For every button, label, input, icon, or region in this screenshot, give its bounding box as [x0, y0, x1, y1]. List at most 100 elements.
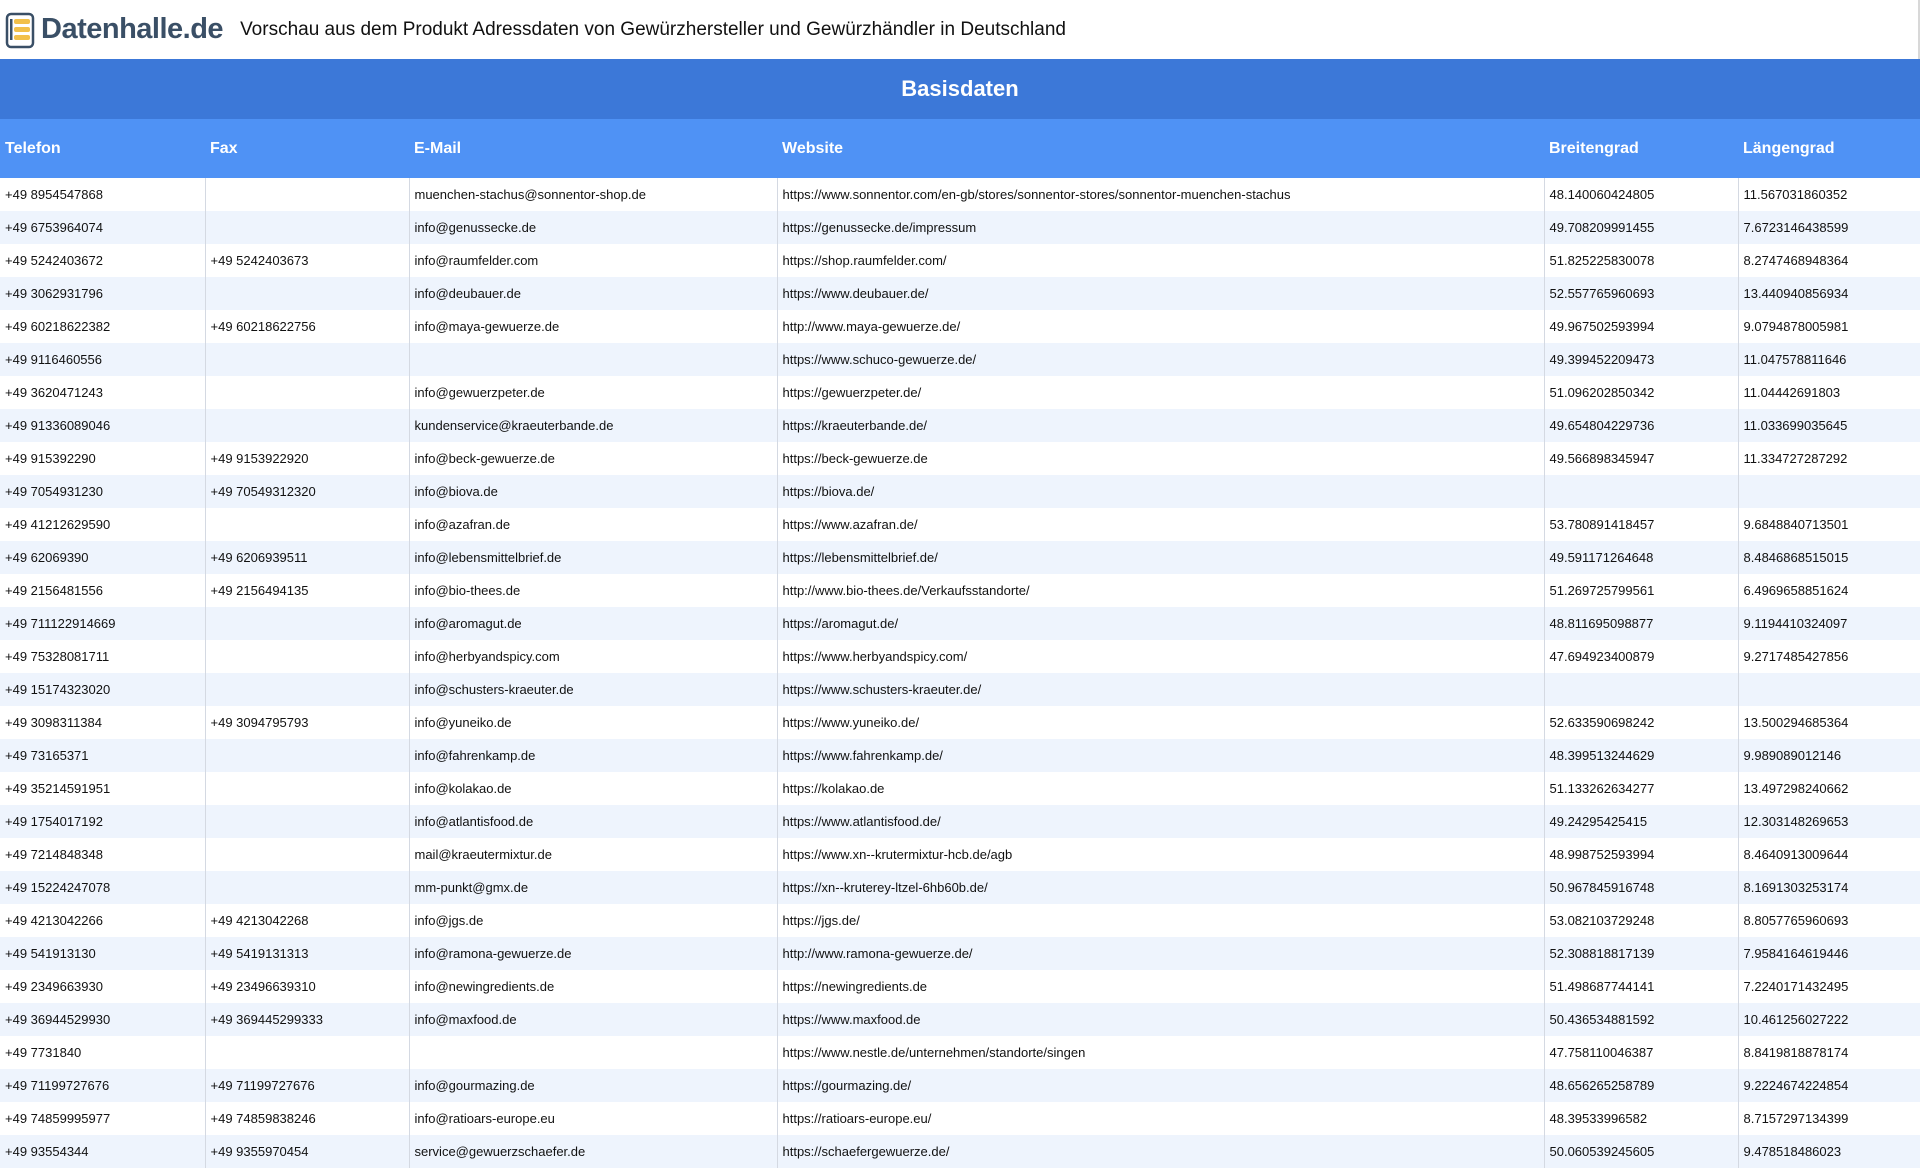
email-cell[interactable]: info@yuneiko.de: [408, 706, 777, 739]
table-row: +49 75328081711 info@herbyandspicy.com htt…: [0, 640, 1920, 673]
table-row: +49 62069390 +49 6206939511 info@lebensmit…: [0, 541, 1920, 574]
column-header-telefon: Telefon: [0, 119, 205, 178]
column-header-website: Website: [777, 119, 1544, 178]
breitengrad-cell: 47.758110046387: [1543, 1036, 1738, 1069]
email-cell[interactable]: info@raumfelder.com: [408, 244, 777, 277]
email-cell[interactable]: info@schusters-kraeuter.de: [408, 673, 777, 706]
email-cell[interactable]: info@biova.de: [408, 475, 777, 508]
email-cell[interactable]: info@herbyandspicy.com: [408, 640, 777, 673]
email-cell[interactable]: [408, 1036, 777, 1069]
email-cell[interactable]: info@kolakao.de: [408, 772, 777, 805]
laengengrad-cell: 9.6848840713501: [1737, 508, 1920, 541]
laengengrad-cell: 11.033699035645: [1737, 409, 1920, 442]
website-cell[interactable]: https://gourmazing.de/: [776, 1069, 1544, 1102]
email-cell[interactable]: muenchen-stachus@sonnentor-shop.de: [408, 178, 777, 211]
website-cell[interactable]: https://kraeuterbande.de/: [776, 409, 1544, 442]
table-row: +49 71199727676 +49 71199727676 info@gourm…: [0, 1069, 1920, 1102]
website-cell[interactable]: https://biova.de/: [776, 475, 1544, 508]
website-cell[interactable]: https://lebensmittelbrief.de/: [776, 541, 1544, 574]
website-cell[interactable]: https://gewuerzpeter.de/: [776, 376, 1544, 409]
website-cell[interactable]: https://ratioars-europe.eu/: [776, 1102, 1544, 1135]
website-cell[interactable]: https://www.atlantisfood.de/: [776, 805, 1544, 838]
breitengrad-cell: 48.39533996582: [1543, 1102, 1738, 1135]
breitengrad-cell: 48.140060424805: [1543, 178, 1738, 211]
breitengrad-cell: 52.633590698242: [1543, 706, 1738, 739]
laengengrad-cell: 7.6723146438599: [1737, 211, 1920, 244]
telefon-cell: +49 3098311384: [0, 706, 205, 739]
website-cell[interactable]: https://schaefergewuerze.de/: [776, 1135, 1544, 1168]
email-cell[interactable]: info@gourmazing.de: [408, 1069, 777, 1102]
website-cell[interactable]: https://www.herbyandspicy.com/: [776, 640, 1544, 673]
email-cell[interactable]: info@fahrenkamp.de: [408, 739, 777, 772]
website-cell[interactable]: http://www.ramona-gewuerze.de/: [776, 937, 1544, 970]
website-cell[interactable]: https://www.nestle.de/unternehmen/stando…: [776, 1036, 1544, 1069]
email-cell[interactable]: [408, 343, 777, 376]
logo[interactable]: Datenhalle.de: [5, 8, 224, 52]
email-cell[interactable]: info@ratioars-europe.eu: [408, 1102, 777, 1135]
website-cell[interactable]: https://newingredients.de: [776, 970, 1544, 1003]
email-cell[interactable]: info@ramona-gewuerze.de: [408, 937, 777, 970]
laengengrad-cell: [1737, 673, 1920, 706]
website-cell[interactable]: https://www.azafran.de/: [776, 508, 1544, 541]
breitengrad-cell: 52.557765960693: [1543, 277, 1738, 310]
breitengrad-cell: 51.096202850342: [1543, 376, 1738, 409]
telefon-cell: +49 4213042266: [0, 904, 205, 937]
email-cell[interactable]: info@deubauer.de: [408, 277, 777, 310]
email-cell[interactable]: info@bio-thees.de: [408, 574, 777, 607]
website-cell[interactable]: https://www.schuco-gewuerze.de/: [776, 343, 1544, 376]
fax-cell: [204, 772, 409, 805]
breitengrad-cell: [1543, 475, 1738, 508]
website-cell[interactable]: https://www.yuneiko.de/: [776, 706, 1544, 739]
laengengrad-cell: 11.04442691803: [1737, 376, 1920, 409]
website-cell[interactable]: https://beck-gewuerze.de: [776, 442, 1544, 475]
breitengrad-cell: 48.656265258789: [1543, 1069, 1738, 1102]
email-cell[interactable]: info@gewuerzpeter.de: [408, 376, 777, 409]
laengengrad-cell: 7.2240171432495: [1737, 970, 1920, 1003]
email-cell[interactable]: kundenservice@kraeuterbande.de: [408, 409, 777, 442]
website-cell[interactable]: https://xn--kruterey-ltzel-6hb60b.de/: [776, 871, 1544, 904]
website-cell[interactable]: http://www.bio-thees.de/Verkaufsstandort…: [776, 574, 1544, 607]
email-cell[interactable]: service@gewuerzschaefer.de: [408, 1135, 777, 1168]
email-cell[interactable]: info@atlantisfood.de: [408, 805, 777, 838]
table-row: +49 1754017192 info@atlantisfood.de https:…: [0, 805, 1920, 838]
fax-cell: [204, 508, 409, 541]
breitengrad-cell: 49.708209991455: [1543, 211, 1738, 244]
table-row: +49 73165371 info@fahrenkamp.de https://ww…: [0, 739, 1920, 772]
table-row: +49 7731840 https://www.nestle.de/unterne…: [0, 1036, 1920, 1069]
laengengrad-cell: 7.9584164619446: [1737, 937, 1920, 970]
telefon-cell: +49 60218622382: [0, 310, 205, 343]
website-cell[interactable]: https://jgs.de/: [776, 904, 1544, 937]
website-cell[interactable]: https://kolakao.de: [776, 772, 1544, 805]
website-cell[interactable]: https://www.deubauer.de/: [776, 277, 1544, 310]
email-cell[interactable]: info@lebensmittelbrief.de: [408, 541, 777, 574]
website-cell[interactable]: https://shop.raumfelder.com/: [776, 244, 1544, 277]
email-cell[interactable]: info@aromagut.de: [408, 607, 777, 640]
telefon-cell: +49 5242403672: [0, 244, 205, 277]
email-cell[interactable]: info@maxfood.de: [408, 1003, 777, 1036]
website-cell[interactable]: https://genussecke.de/impressum: [776, 211, 1544, 244]
website-cell[interactable]: https://www.xn--krutermixtur-hcb.de/agb: [776, 838, 1544, 871]
website-cell[interactable]: https://www.maxfood.de: [776, 1003, 1544, 1036]
fax-cell: [204, 673, 409, 706]
table-row: +49 93554344 +49 9355970454 service@gewuer…: [0, 1135, 1920, 1168]
table-row: +49 9116460556 https://www.schuco-gewuerz…: [0, 343, 1920, 376]
website-cell[interactable]: https://www.sonnentor.com/en-gb/stores/s…: [776, 178, 1544, 211]
email-cell[interactable]: info@beck-gewuerze.de: [408, 442, 777, 475]
website-cell[interactable]: http://www.maya-gewuerze.de/: [776, 310, 1544, 343]
email-cell[interactable]: info@maya-gewuerze.de: [408, 310, 777, 343]
email-cell[interactable]: info@newingredients.de: [408, 970, 777, 1003]
website-cell[interactable]: https://aromagut.de/: [776, 607, 1544, 640]
table-row: +49 8954547868 muenchen-stachus@sonnentor…: [0, 178, 1920, 211]
table-row: +49 7054931230 +49 70549312320 info@biova.…: [0, 475, 1920, 508]
laengengrad-cell: 8.1691303253174: [1737, 871, 1920, 904]
email-cell[interactable]: info@jgs.de: [408, 904, 777, 937]
laengengrad-cell: 12.303148269653: [1737, 805, 1920, 838]
website-cell[interactable]: https://www.fahrenkamp.de/: [776, 739, 1544, 772]
table-row: +49 15224247078 mm-punkt@gmx.de https://xn…: [0, 871, 1920, 904]
email-cell[interactable]: info@genussecke.de: [408, 211, 777, 244]
email-cell[interactable]: mm-punkt@gmx.de: [408, 871, 777, 904]
website-cell[interactable]: https://www.schusters-kraeuter.de/: [776, 673, 1544, 706]
email-cell[interactable]: mail@kraeutermixtur.de: [408, 838, 777, 871]
email-cell[interactable]: info@azafran.de: [408, 508, 777, 541]
table-row: +49 36944529930 +49 369445299333 info@maxf…: [0, 1003, 1920, 1036]
